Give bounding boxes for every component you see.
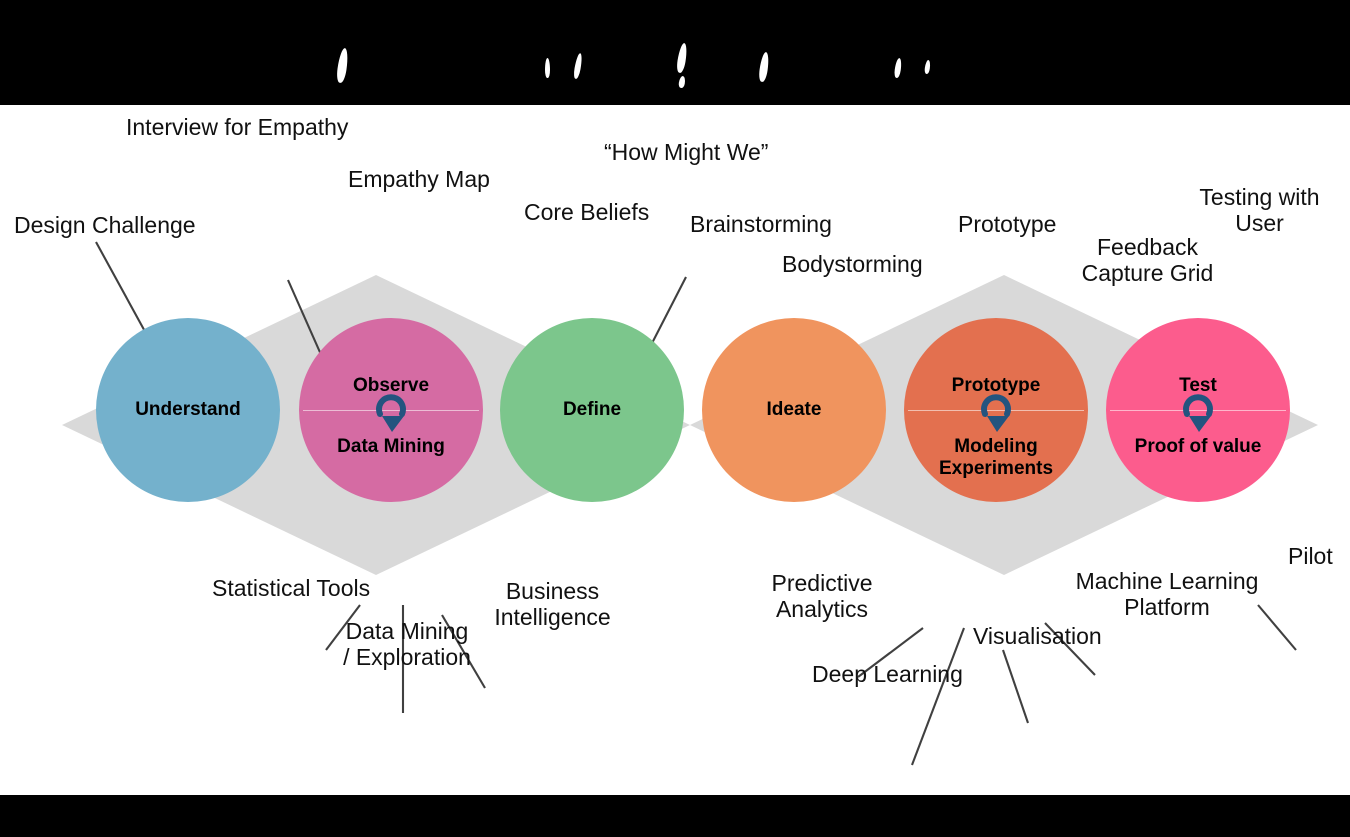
- callout-visualisation: Visualisation: [973, 623, 1102, 649]
- title-speck: [757, 51, 771, 83]
- title-speck: [893, 57, 903, 79]
- leader-deep-learning: [911, 627, 965, 766]
- obscured-title-band: [0, 0, 1350, 105]
- callout-pilot: Pilot: [1288, 543, 1333, 569]
- leader-design-challenge: [95, 241, 149, 338]
- callout-deep-learning: Deep Learning: [812, 661, 963, 687]
- loop-arrow-icon: [1183, 394, 1213, 432]
- callout-testing-with-user: Testing with User: [1199, 184, 1320, 236]
- title-speck: [675, 42, 689, 74]
- callout-statistical-tools: Statistical Tools: [212, 575, 371, 601]
- title-speck: [924, 59, 931, 75]
- stage-label-define: Define: [562, 399, 622, 420]
- callout-empathy-map: Empathy Map: [348, 166, 490, 192]
- callout-design-challenge: Design Challenge: [14, 212, 196, 238]
- diagram-canvas: Understand Observe Data Mining Define Id…: [0, 105, 1350, 795]
- stage-circle-prototype[interactable]: Prototype Modeling Experiments: [904, 318, 1088, 502]
- loop-arrow-icon: [376, 394, 406, 432]
- callout-core-beliefs: Core Beliefs: [524, 199, 650, 225]
- title-speck: [545, 58, 550, 78]
- callout-machine-learning-platform: Machine Learning Platform: [1075, 568, 1259, 620]
- stage-bottom-label-observe: Data Mining: [337, 436, 445, 457]
- loop-arrow-icon: [981, 394, 1011, 432]
- stage-label-understand: Understand: [135, 399, 241, 420]
- callout-business-intelligence: Business Intelligence: [494, 578, 611, 630]
- callout-how-might-we: “How Might We”: [604, 139, 769, 165]
- stage-circle-ideate[interactable]: Ideate: [702, 318, 886, 502]
- stage-circle-define[interactable]: Define: [500, 318, 684, 502]
- stage-circle-observe[interactable]: Observe Data Mining: [299, 318, 483, 502]
- callout-feedback-capture: Feedback Capture Grid: [1081, 234, 1214, 286]
- stage-circle-test[interactable]: Test Proof of value: [1106, 318, 1290, 502]
- title-speck: [335, 47, 350, 84]
- callout-brainstorming: Brainstorming: [690, 211, 832, 237]
- callout-predictive-analytics: Predictive Analytics: [771, 570, 873, 622]
- title-speck: [678, 75, 686, 89]
- stage-circle-understand[interactable]: Understand: [96, 318, 280, 502]
- stage-bottom-label-test: Proof of value: [1134, 436, 1262, 457]
- title-speck: [572, 52, 584, 80]
- bottom-black-band: [0, 795, 1350, 837]
- diagram-page: Understand Observe Data Mining Define Id…: [0, 0, 1350, 837]
- callout-interview-empathy: Interview for Empathy: [126, 114, 349, 140]
- stage-bottom-label-prototype: Modeling Experiments: [938, 436, 1054, 479]
- stage-label-ideate: Ideate: [766, 399, 822, 420]
- callout-bodystorming: Bodystorming: [782, 251, 923, 277]
- leader-visualisation: [1002, 649, 1029, 724]
